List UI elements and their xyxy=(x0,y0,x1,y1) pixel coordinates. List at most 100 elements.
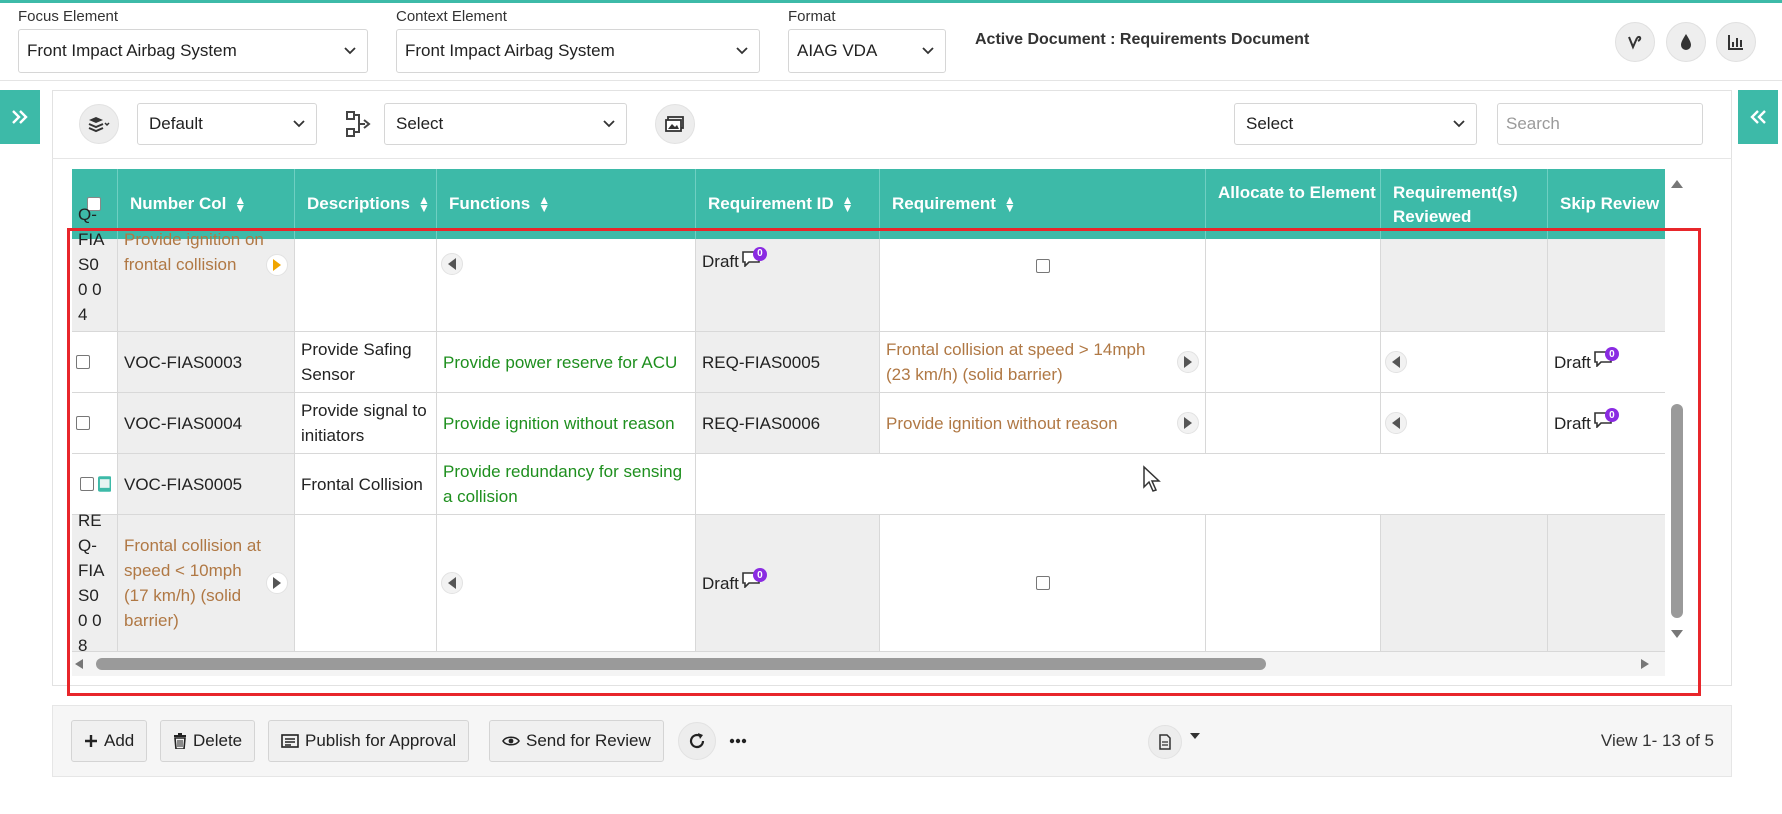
table-row[interactable]: VOC-FIAS0005 Frontal Collision Provide r… xyxy=(72,454,1665,515)
context-element-value: Front Impact Airbag System xyxy=(405,41,615,60)
column-allocate[interactable]: Allocate to Element xyxy=(1206,169,1381,239)
comment-count: 0 xyxy=(1604,408,1619,422)
function-text: Provide redundancy for sensing a collisi… xyxy=(443,462,683,506)
hierarchy-icon xyxy=(346,111,371,137)
chart-icon xyxy=(1728,35,1743,50)
publish-button-label: Publish for Approval xyxy=(305,731,457,750)
vertical-scroll-thumb[interactable] xyxy=(1671,404,1683,618)
view-select[interactable]: Default xyxy=(137,103,317,145)
table-row[interactable]: Q-FIA S00 04 Provide ignition on frontal… xyxy=(72,205,1665,332)
plus-icon xyxy=(85,735,97,747)
arrow-right-icon xyxy=(273,259,281,271)
column-number-label: Number Col xyxy=(130,194,227,213)
refresh-button[interactable] xyxy=(678,722,716,760)
column-requirement-id[interactable]: Requirement ID ▲ ▼ xyxy=(696,169,880,239)
comment-icon[interactable]: 0 xyxy=(1593,347,1619,369)
arrow-right-icon xyxy=(1184,356,1192,368)
expand-left-toggle[interactable] xyxy=(0,90,40,144)
trash-icon xyxy=(174,733,186,749)
publish-icon xyxy=(281,734,299,748)
scroll-up-icon[interactable] xyxy=(1670,179,1684,189)
description-text: Provide Safing Sensor xyxy=(301,340,412,384)
collapse-button[interactable] xyxy=(1385,412,1407,434)
row-checkbox[interactable] xyxy=(80,477,94,491)
expand-button[interactable] xyxy=(266,254,288,276)
number-cell: VOC-FIAS0003 xyxy=(118,332,295,392)
context-element-select[interactable]: Front Impact Airbag System xyxy=(396,29,760,73)
comment-icon[interactable]: 0 xyxy=(741,246,767,269)
image-thumbnail-icon[interactable] xyxy=(97,474,111,494)
format-label: Format xyxy=(788,8,836,25)
vine-button[interactable] xyxy=(1615,22,1655,62)
export-button[interactable] xyxy=(1148,725,1182,759)
row-id-partial: RE Q-FIA S00 08 xyxy=(72,511,118,652)
column-descriptions[interactable]: Descriptions ▲ ▼ xyxy=(295,169,437,239)
vertical-scrollbar[interactable] xyxy=(1665,169,1689,652)
toolbar-divider xyxy=(52,158,1732,159)
vine-icon xyxy=(1628,35,1642,50)
delete-button[interactable]: Delete xyxy=(160,720,256,762)
scroll-down-icon[interactable] xyxy=(1670,629,1684,639)
table-row[interactable]: VOC-FIAS0003 Provide Safing Sensor Provi… xyxy=(72,332,1665,393)
row-checkbox[interactable] xyxy=(1035,576,1050,590)
row-id-partial: Q-FIA S00 04 xyxy=(72,205,118,331)
empty-span-cell xyxy=(696,454,1665,514)
description-cell xyxy=(295,515,437,651)
number-text: Provide ignition on frontal collision xyxy=(124,230,264,274)
layers-button[interactable] xyxy=(79,104,119,144)
comment-icon[interactable]: 0 xyxy=(741,568,767,590)
format-select[interactable]: AIAG VDA xyxy=(788,29,946,73)
requirement-text: Provide ignition without reason xyxy=(886,413,1118,433)
sort-icon: ▲ ▼ xyxy=(1003,193,1016,215)
arrow-left-icon xyxy=(1392,356,1400,368)
column-requirement[interactable]: Requirement ▲ ▼ xyxy=(880,169,1206,239)
allocate-cell xyxy=(1206,515,1381,651)
column-skip-review[interactable]: Skip Review xyxy=(1548,169,1665,239)
row-checkbox[interactable] xyxy=(1035,259,1050,273)
expand-button[interactable] xyxy=(1177,412,1199,434)
reviewed-cell xyxy=(1381,332,1548,392)
horizontal-scrollbar[interactable] xyxy=(72,652,1665,676)
comment-icon[interactable]: 0 xyxy=(1593,408,1619,430)
filter-select[interactable]: Select xyxy=(1234,103,1477,145)
row-checkbox[interactable] xyxy=(76,416,90,430)
mouse-cursor-icon xyxy=(1143,465,1161,492)
more-options-icon[interactable] xyxy=(729,738,747,744)
allocate-cell xyxy=(1206,332,1381,392)
column-reviewed[interactable]: Requirement(s) Reviewed xyxy=(1381,169,1548,239)
collapse-button[interactable] xyxy=(441,253,463,275)
document-icon xyxy=(1159,734,1171,750)
status-text: Draft xyxy=(1554,413,1591,433)
table-row[interactable]: VOC-FIAS0004 Provide signal to initiator… xyxy=(72,393,1665,454)
table-row[interactable]: RE Q-FIA S00 08 Frontal collision at spe… xyxy=(72,511,1665,652)
publish-for-approval-button[interactable]: Publish for Approval xyxy=(268,720,470,762)
expand-button[interactable] xyxy=(266,572,288,594)
row-checkbox[interactable] xyxy=(76,355,90,369)
add-button[interactable]: Add xyxy=(71,720,148,762)
description-cell: Provide Safing Sensor xyxy=(295,332,437,392)
scroll-right-icon[interactable] xyxy=(1640,658,1650,670)
reviewed-cell xyxy=(1381,239,1548,331)
active-document-label: Active Document : Requirements Document xyxy=(975,31,1310,48)
focus-element-select[interactable]: Front Impact Airbag System xyxy=(18,29,368,73)
image-button[interactable] xyxy=(655,104,695,144)
horizontal-scroll-thumb[interactable] xyxy=(96,658,1266,670)
expand-right-toggle[interactable] xyxy=(1738,90,1778,144)
flow-select[interactable]: Select xyxy=(384,103,627,145)
caret-down-icon[interactable] xyxy=(1189,732,1201,740)
layers-icon xyxy=(88,117,110,133)
collapse-button[interactable] xyxy=(441,572,463,594)
scroll-left-icon[interactable] xyxy=(74,658,84,670)
collapse-button[interactable] xyxy=(1385,351,1407,373)
chart-button[interactable] xyxy=(1716,22,1756,62)
drop-button[interactable] xyxy=(1666,22,1706,62)
function-text: Provide ignition without reason xyxy=(443,413,675,433)
send-for-review-button[interactable]: Send for Review xyxy=(489,720,664,762)
comment-count: 0 xyxy=(752,568,767,582)
expand-button[interactable] xyxy=(1177,351,1199,373)
search-input[interactable] xyxy=(1497,103,1703,145)
sort-icon: ▲ ▼ xyxy=(234,193,247,215)
column-functions[interactable]: Functions ▲ ▼ xyxy=(437,169,696,239)
status-text: Draft xyxy=(702,573,739,593)
column-descriptions-label: Descriptions xyxy=(307,194,410,213)
